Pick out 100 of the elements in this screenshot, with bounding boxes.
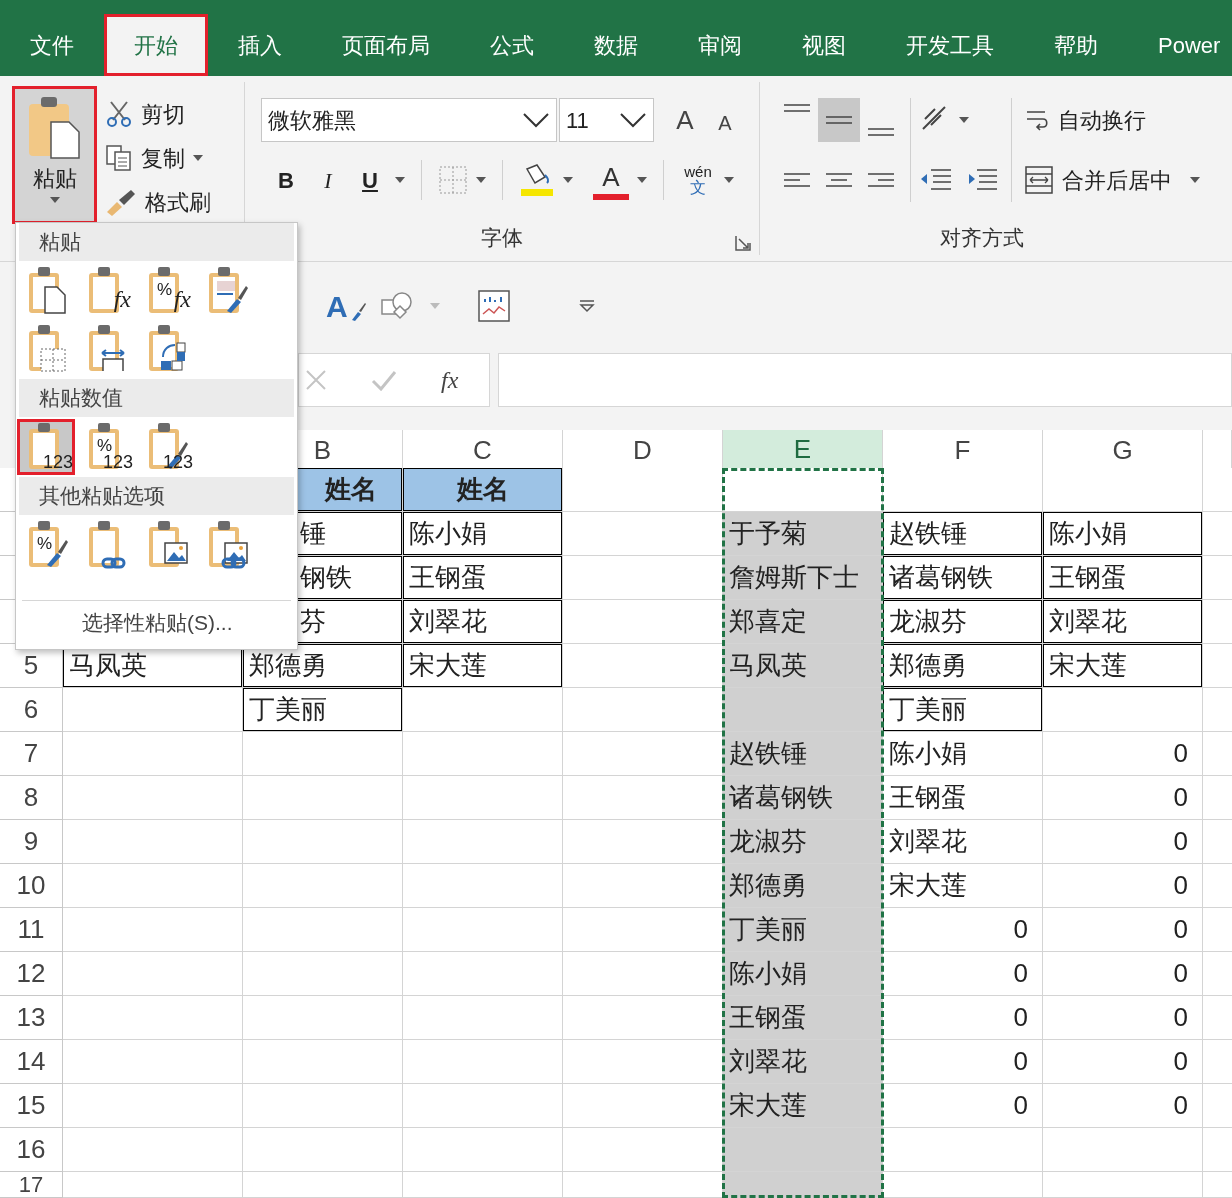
ribbon-tab[interactable]: 插入 (208, 14, 312, 76)
grow-font-button[interactable]: A (668, 100, 702, 140)
ribbon-tab[interactable]: 开始 (104, 14, 208, 76)
table-cell: 郑德勇 (243, 644, 403, 688)
table-cell: 宋大莲 (403, 644, 563, 688)
table-cell: 赵铁锤 (723, 732, 883, 776)
shrink-font-button[interactable]: A (710, 100, 740, 140)
table-cell: 宋大莲 (1043, 644, 1203, 688)
table-cell: 龙淑芬 (883, 600, 1043, 644)
merge-center-button[interactable]: 合并后居中 (1024, 158, 1200, 202)
section-header: 其他粘贴选项 (19, 477, 294, 515)
row-header: 6 (0, 688, 63, 732)
table-cell: 郑德勇 (883, 644, 1043, 688)
align-icon (825, 116, 853, 124)
row-header: 15 (0, 1084, 63, 1128)
table-cell: 姓名 (403, 468, 563, 512)
row-header: 13 (0, 996, 63, 1040)
ribbon-tab[interactable]: 开发工具 (876, 14, 1024, 76)
ribbon-tab[interactable]: 帮助 (1024, 14, 1128, 76)
row-header: 16 (0, 1128, 63, 1172)
table-cell: 宋大莲 (723, 1084, 883, 1128)
italic-button[interactable]: I (311, 160, 345, 200)
section-header: 粘贴 (19, 223, 294, 261)
caret-icon (1190, 177, 1200, 183)
table-cell: 陈小娟 (723, 952, 883, 996)
caret-icon (430, 303, 440, 309)
table-cell: 0 (883, 908, 1043, 952)
table-cell: 丁美丽 (723, 908, 883, 952)
font-name-field[interactable]: 微软雅黑 (261, 98, 557, 142)
row-header: 12 (0, 952, 63, 996)
table-cell: 0 (1043, 732, 1203, 776)
row-header: 14 (0, 1040, 63, 1084)
table-cell: 0 (1043, 776, 1203, 820)
brush-icon (350, 302, 366, 322)
row-header: 7 (0, 732, 63, 776)
table-cell: 0 (1043, 1084, 1203, 1128)
toolbar-button[interactable]: 复制 (105, 136, 211, 180)
underline-button[interactable]: U (353, 160, 387, 200)
dialog-launcher-icon (735, 235, 751, 251)
text-style-button[interactable]: A (326, 286, 366, 326)
row-header: 10 (0, 864, 63, 908)
table-cell: 刘翠花 (883, 820, 1043, 864)
table-cell: 0 (1043, 908, 1203, 952)
caret-icon (724, 177, 734, 183)
decrease-indent-icon (919, 167, 953, 193)
fill-color-icon (519, 163, 555, 197)
caret-icon (476, 177, 486, 183)
formula-input[interactable] (498, 353, 1232, 407)
wrap-text-button[interactable]: 自动换行 (1024, 98, 1200, 142)
table-cell: 陈小娟 (403, 512, 563, 556)
table-cell: 陈小娟 (883, 732, 1043, 776)
ribbon-tab[interactable]: 审阅 (668, 14, 772, 76)
table-cell: 0 (1043, 864, 1203, 908)
ribbon-tab[interactable]: 页面布局 (312, 14, 460, 76)
phonetic-button[interactable]: wén 文 (680, 164, 716, 196)
table-cell: 0 (883, 952, 1043, 996)
scissors-icon (105, 100, 133, 128)
row-header: 9 (0, 820, 63, 864)
ribbon-tab[interactable]: 公式 (460, 14, 564, 76)
brush-icon (105, 188, 137, 216)
toolbar-button[interactable]: 剪切 (105, 92, 211, 136)
table-cell: 丁美丽 (883, 688, 1043, 732)
align-icon (867, 128, 895, 136)
table-cell: 0 (1043, 996, 1203, 1040)
table-cell: 0 (883, 1040, 1043, 1084)
caret-icon (637, 177, 647, 183)
caret-icon (959, 117, 969, 123)
table-cell: 丁美丽 (243, 688, 403, 732)
borders-icon (438, 165, 468, 195)
section-header: 粘贴数值 (19, 379, 294, 417)
align-icon (783, 104, 811, 112)
ribbon-tab[interactable]: Power (1128, 14, 1232, 76)
table-cell: 马凤英 (723, 644, 883, 688)
table-cell: 刘翠花 (403, 600, 563, 644)
chevron-icon (619, 112, 647, 128)
paste-button[interactable]: 粘贴 (12, 86, 97, 224)
bold-button[interactable]: B (269, 160, 303, 200)
insert-function-button[interactable]: fx (441, 362, 459, 398)
table-cell: 诸葛钢铁 (883, 556, 1043, 600)
font-size-field[interactable]: 11 (559, 98, 654, 142)
row-header: 8 (0, 776, 63, 820)
cancel-icon (305, 369, 327, 391)
row-header: 11 (0, 908, 63, 952)
group-label: 对齐方式 (940, 225, 1024, 252)
align-button[interactable] (818, 98, 860, 142)
paste-option-button[interactable]: % (17, 517, 75, 573)
table-cell: 刘翠花 (1043, 600, 1203, 644)
font-color-button[interactable]: A (593, 160, 629, 200)
ribbon-tab[interactable]: 文件 (0, 14, 104, 76)
table-cell: 0 (1043, 820, 1203, 864)
table-cell: 陈小娟 (1043, 512, 1203, 556)
table-cell: 诸葛钢铁 (723, 776, 883, 820)
toolbar-button[interactable]: 格式刷 (105, 180, 211, 224)
merge-cells-icon (1024, 165, 1054, 195)
ribbon-tab[interactable]: 视图 (772, 14, 876, 76)
chevron-icon (522, 112, 550, 128)
ribbon-tab[interactable]: 数据 (564, 14, 668, 76)
table-cell: 宋大莲 (883, 864, 1043, 908)
table-cell: 于予菊 (723, 512, 883, 556)
table-cell: 0 (883, 996, 1043, 1040)
